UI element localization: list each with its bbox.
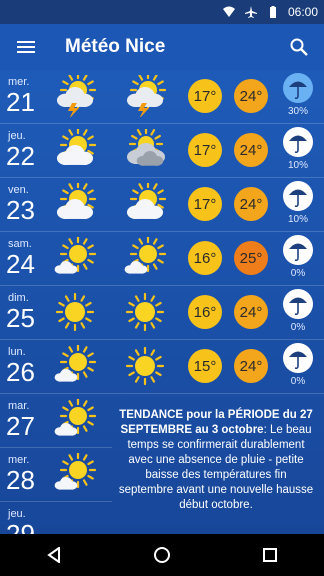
temp-min-badge: 17° bbox=[188, 187, 222, 221]
temp-min-badge: 16° bbox=[188, 241, 222, 275]
menu-button[interactable] bbox=[0, 24, 52, 70]
home-circle-icon bbox=[154, 547, 170, 563]
temp-max-badge: 25° bbox=[234, 241, 268, 275]
rain-percent: 0% bbox=[290, 322, 306, 333]
rain-indicator bbox=[283, 73, 313, 103]
day-number: 29 bbox=[6, 519, 35, 534]
umbrella-icon bbox=[289, 135, 307, 154]
forecast-row[interactable]: ven. 23 17° 24° 10% bbox=[0, 178, 324, 232]
umbrella-icon bbox=[289, 351, 307, 370]
rain-indicator bbox=[283, 235, 313, 265]
sun-icon bbox=[55, 292, 95, 332]
rain-percent: 10% bbox=[287, 160, 308, 171]
wifi-icon bbox=[222, 6, 235, 17]
rain-indicator bbox=[283, 343, 313, 373]
rain-percent: 10% bbox=[287, 214, 308, 225]
umbrella-icon bbox=[289, 189, 307, 208]
rain-indicator bbox=[283, 181, 313, 211]
back-button[interactable] bbox=[44, 545, 64, 565]
sun-icon bbox=[125, 292, 165, 332]
temp-min-badge: 15° bbox=[188, 349, 222, 383]
airplane-icon bbox=[244, 6, 257, 18]
sun-small-cloud-icon bbox=[54, 453, 96, 490]
trend-text: TENDANCE pour la PÉRIODE du 27 SEPTEMBRE… bbox=[118, 408, 314, 513]
sun-small-cloud-icon bbox=[124, 237, 166, 274]
recents-button[interactable] bbox=[260, 545, 280, 565]
forecast-row[interactable]: mer. 21 17° 24° 30% bbox=[0, 70, 324, 124]
rain-indicator bbox=[283, 289, 313, 319]
temp-max-badge: 24° bbox=[234, 295, 268, 329]
day-number: 27 bbox=[6, 411, 35, 441]
sun-cloud-icon bbox=[56, 183, 96, 219]
temp-min-badge: 17° bbox=[188, 79, 222, 113]
day-number: 24 bbox=[6, 249, 35, 279]
umbrella-icon bbox=[289, 243, 307, 262]
temp-min-badge: 17° bbox=[188, 133, 222, 167]
trend-body: : Le beau temps se confirmerait durablem… bbox=[118, 424, 314, 511]
day-number: 26 bbox=[6, 357, 35, 387]
forecast-row[interactable]: jeu. 29 bbox=[0, 502, 112, 534]
storm-icon bbox=[56, 75, 96, 117]
day-number: 22 bbox=[6, 141, 35, 171]
rain-indicator bbox=[283, 127, 313, 157]
sun-small-cloud-icon bbox=[54, 345, 96, 382]
sun-small-cloud-icon bbox=[54, 237, 96, 274]
day-number: 25 bbox=[6, 303, 35, 333]
day-number: 23 bbox=[6, 195, 35, 225]
cloudy-icon bbox=[127, 129, 165, 166]
forecast-row[interactable]: mer. 28 bbox=[0, 448, 112, 502]
day-number: 28 bbox=[6, 465, 35, 495]
forecast-row[interactable]: lun. 26 15° 24° 0% bbox=[0, 340, 324, 394]
umbrella-icon bbox=[289, 297, 307, 316]
day-number: 21 bbox=[6, 87, 35, 117]
search-icon[interactable] bbox=[288, 36, 310, 58]
sun-small-cloud-icon bbox=[54, 399, 96, 436]
sun-cloud-icon bbox=[126, 183, 166, 219]
rain-percent: 0% bbox=[290, 376, 306, 387]
forecast-row[interactable]: jeu. 22 17° 24° 10% bbox=[0, 124, 324, 178]
umbrella-icon bbox=[289, 81, 307, 100]
storm-icon bbox=[126, 75, 166, 117]
temp-max-badge: 24° bbox=[234, 349, 268, 383]
page-title: Météo Nice bbox=[65, 36, 166, 57]
forecast-row[interactable]: sam. 24 16° 25° 0% bbox=[0, 232, 324, 286]
home-button[interactable] bbox=[152, 545, 172, 565]
back-triangle-icon bbox=[47, 547, 60, 563]
hamburger-icon bbox=[17, 41, 35, 53]
sun-icon bbox=[125, 346, 165, 386]
temp-max-badge: 24° bbox=[234, 133, 268, 167]
app-bar: Météo Nice bbox=[0, 24, 324, 70]
clock: 06:00 bbox=[287, 5, 318, 19]
status-bar: 06:00 bbox=[0, 0, 324, 24]
rain-percent: 30% bbox=[287, 106, 308, 117]
battery-icon bbox=[269, 6, 276, 18]
temp-max-badge: 24° bbox=[234, 79, 268, 113]
temp-min-badge: 16° bbox=[188, 295, 222, 329]
temp-max-badge: 24° bbox=[234, 187, 268, 221]
forecast-row[interactable]: mar. 27 bbox=[0, 394, 112, 448]
forecast-row[interactable]: dim. 25 16° 24° 0% bbox=[0, 286, 324, 340]
system-nav-bar bbox=[0, 534, 324, 576]
forecast-list[interactable]: TENDANCE pour la PÉRIODE du 27 SEPTEMBRE… bbox=[0, 70, 324, 534]
rain-percent: 0% bbox=[290, 268, 306, 279]
sun-cloud-icon bbox=[56, 129, 96, 165]
recents-square-icon bbox=[263, 548, 277, 562]
